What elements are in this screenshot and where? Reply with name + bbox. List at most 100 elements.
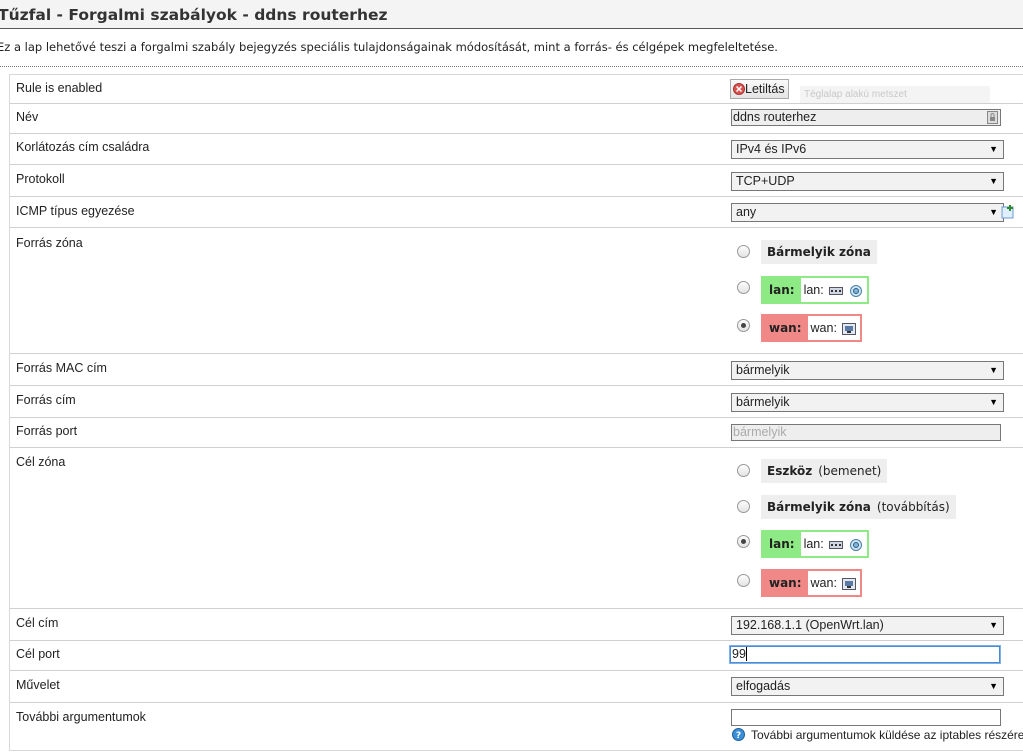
src-ip-select[interactable]: bármelyik ▼: [731, 393, 1004, 412]
dest-zone-device-label: Eszköz: [767, 464, 813, 478]
family-value: IPv4 és IPv6: [736, 142, 807, 156]
proto-value: TCP+UDP: [736, 174, 795, 188]
wan-port-icon: [842, 577, 857, 590]
page-description: Ez a lap lehetővé teszi a forgalmi szabá…: [0, 40, 778, 54]
row-target: Művelet elfogadás ▼: [10, 671, 1023, 703]
src-zone-label: Forrás zóna: [16, 236, 83, 250]
name-label: Név: [16, 110, 39, 124]
dropdown-arrow-icon: ▼: [989, 176, 998, 186]
extra-input[interactable]: [731, 709, 1001, 726]
help-icon: ?: [732, 728, 745, 741]
src-zone-any-radio[interactable]: [737, 245, 750, 258]
target-value: elfogadás: [736, 679, 791, 693]
src-port-placeholder: bármelyik: [733, 425, 787, 439]
src-ip-value: bármelyik: [736, 395, 790, 409]
dest-port-input[interactable]: 99: [730, 646, 1000, 663]
dropdown-arrow-icon: ▼: [989, 681, 998, 691]
disable-button-label: Letiltás: [745, 82, 785, 96]
row-extra: További argumentumok ? További argumentu…: [10, 703, 1023, 749]
dest-zone-any-note: (továbbítás): [876, 500, 950, 514]
src-zone-lan-radio[interactable]: [737, 281, 750, 294]
dest-ip-value: 192.168.1.1 (OpenWrt.lan): [736, 618, 884, 632]
row-src-zone: Forrás zóna Bármelyik zóna lan: lan: wan:…: [10, 228, 1023, 354]
dropdown-arrow-icon: ▼: [989, 365, 998, 375]
page-header: Tűzfal - Forgalmi szabályok - ddns route…: [0, 0, 1023, 29]
src-ip-label: Forrás cím: [16, 393, 76, 407]
dropdown-arrow-icon: ▼: [989, 397, 998, 407]
dest-ip-select[interactable]: 192.168.1.1 (OpenWrt.lan) ▼: [731, 616, 1004, 635]
ethernet-switch-icon: [829, 540, 844, 549]
row-family: Korlátozás cím családra IPv4 és IPv6 ▼: [10, 134, 1023, 165]
src-zone-any: Bármelyik zóna: [761, 240, 877, 264]
icmp-label: ICMP típus egyezése: [16, 204, 135, 218]
src-port-label: Forrás port: [16, 424, 78, 438]
src-zone-wan-name: wan:: [769, 321, 802, 335]
proto-select[interactable]: TCP+UDP ▼: [731, 172, 1004, 191]
dest-zone-device: Eszköz (bemenet): [761, 459, 888, 483]
icmp-value: any: [736, 205, 757, 219]
target-select[interactable]: elfogadás ▼: [731, 677, 1004, 696]
dest-zone-label: Cél zóna: [16, 455, 66, 469]
dest-zone-lan-name: lan:: [769, 537, 795, 551]
name-value: ddns routerhez: [733, 110, 817, 124]
proto-label: Protokoll: [16, 172, 65, 186]
wan-port-icon: [842, 322, 857, 335]
disable-button[interactable]: Letiltás: [730, 79, 789, 99]
row-dest-ip: Cél cím 192.168.1.1 (OpenWrt.lan) ▼: [10, 609, 1023, 641]
dest-zone-any-label: Bármelyik zóna: [767, 500, 871, 514]
page-title: Tűzfal - Forgalmi szabályok - ddns route…: [0, 6, 388, 24]
svg-text:?: ?: [736, 731, 741, 741]
family-select[interactable]: IPv4 és IPv6 ▼: [731, 140, 1004, 159]
src-mac-label: Forrás MAC cím: [16, 361, 107, 375]
icmp-select[interactable]: any ▼: [731, 203, 1004, 222]
dest-zone-wan: wan: wan:: [761, 569, 863, 597]
src-zone-lan-name: lan:: [769, 283, 795, 297]
dest-zone-device-radio[interactable]: [737, 464, 750, 477]
dest-zone-wan-radio[interactable]: [737, 574, 750, 587]
src-zone-wan-networks: wan:: [810, 321, 837, 335]
add-entry-icon[interactable]: [1001, 205, 1015, 219]
dropdown-arrow-icon: ▼: [989, 144, 998, 154]
wireless-network-icon: [849, 538, 862, 551]
dest-ip-label: Cél cím: [16, 616, 59, 630]
dest-zone-lan: lan: lan:: [761, 530, 869, 558]
dest-zone-wan-networks: wan:: [810, 576, 837, 590]
extra-hint: További argumentumok küldése az iptables…: [751, 728, 1023, 742]
snipping-tool-overlay: Téglalap alakú metszet: [800, 86, 990, 103]
src-zone-lan: lan: lan:: [761, 276, 869, 304]
dest-zone-any: Bármelyik zóna (továbbítás): [761, 495, 956, 519]
src-mac-value: bármelyik: [736, 363, 790, 377]
dropdown-arrow-icon: ▼: [989, 207, 998, 217]
dest-zone-any-radio[interactable]: [737, 500, 750, 513]
src-zone-lan-networks: lan:: [803, 283, 824, 297]
wireless-network-icon: [849, 284, 862, 297]
extra-label: További argumentumok: [16, 710, 146, 724]
row-src-port: Forrás port bármelyik: [10, 418, 1023, 448]
src-port-input[interactable]: bármelyik: [731, 424, 1001, 441]
row-dest-port: Cél port 99: [10, 641, 1023, 671]
cancel-icon: [733, 83, 745, 95]
divider: [0, 66, 1023, 67]
row-name: Név ddns routerhez: [10, 104, 1023, 134]
family-label: Korlátozás cím családra: [16, 140, 150, 154]
dest-zone-wan-name: wan:: [769, 576, 802, 590]
dest-zone-device-note: (bemenet): [818, 464, 882, 478]
src-zone-wan: wan: wan:: [761, 314, 863, 342]
dest-port-label: Cél port: [16, 647, 60, 661]
name-input[interactable]: ddns routerhez: [731, 109, 1001, 126]
dest-port-value: 99: [732, 647, 746, 661]
text-cursor: [745, 647, 747, 661]
dest-zone-lan-radio[interactable]: [737, 535, 750, 548]
row-dest-zone: Cél zóna Eszköz (bemenet) Bármelyik zóna (…: [10, 448, 1023, 609]
row-icmp: ICMP típus egyezése any ▼: [10, 197, 1023, 228]
enabled-label: Rule is enabled: [16, 81, 103, 95]
ethernet-switch-icon: [829, 286, 844, 295]
src-zone-wan-radio[interactable]: [737, 319, 750, 332]
password-manager-icon[interactable]: [987, 111, 998, 124]
row-src-ip: Forrás cím bármelyik ▼: [10, 386, 1023, 418]
src-mac-select[interactable]: bármelyik ▼: [731, 361, 1004, 380]
row-src-mac: Forrás MAC cím bármelyik ▼: [10, 354, 1023, 386]
dest-zone-lan-networks: lan:: [803, 537, 824, 551]
row-proto: Protokoll TCP+UDP ▼: [10, 165, 1023, 197]
src-zone-any-label: Bármelyik zóna: [767, 245, 871, 259]
